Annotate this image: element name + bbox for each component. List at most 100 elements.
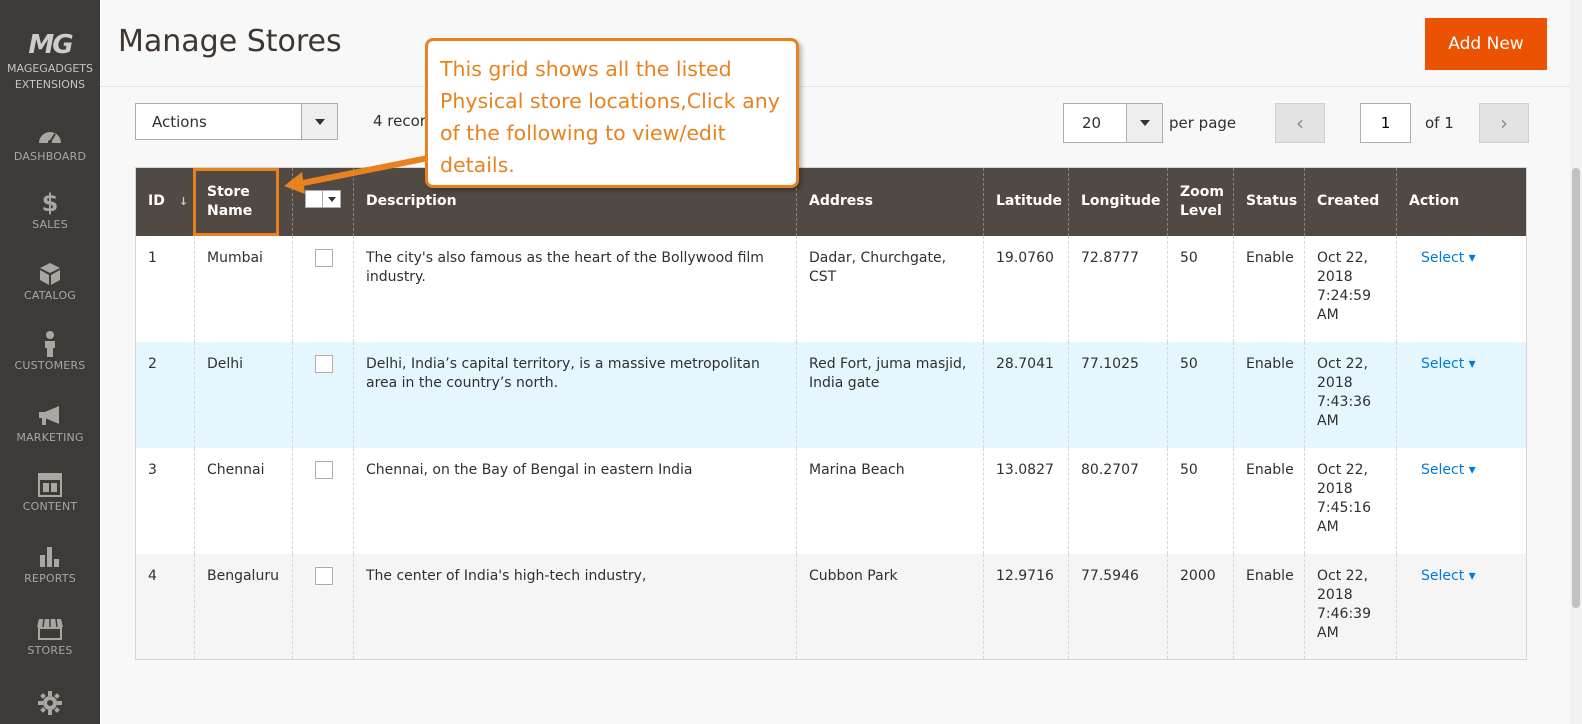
row-checkbox[interactable] <box>315 566 333 585</box>
cell-created: Oct 22, 2018 7:45:16 AM <box>1304 447 1397 554</box>
sidebar-label: CONTENT <box>22 500 78 513</box>
created-part: AM <box>1317 518 1339 535</box>
cell-latitude: 28.7041 <box>983 341 1069 448</box>
cell-action: Select ▾ <box>1396 553 1527 660</box>
cell-address: Dadar, Churchgate, CST <box>796 235 984 342</box>
header-label: Zoom <box>1180 183 1224 200</box>
row-checkbox[interactable] <box>315 248 333 267</box>
chevron-down-icon <box>301 104 337 139</box>
select-label: Select <box>1421 461 1465 478</box>
caret-down-icon: ▾ <box>1468 567 1476 584</box>
created-part: Oct 22, <box>1317 461 1368 478</box>
sidebar-item-system[interactable] <box>0 690 100 716</box>
caret-down-icon: ▾ <box>1468 249 1476 266</box>
cell-checkbox <box>292 341 354 448</box>
column-header-status[interactable]: Status <box>1233 167 1305 236</box>
cell-action: Select ▾ <box>1396 447 1527 554</box>
cell-store-name: Mumbai <box>194 235 293 342</box>
select-label: Select <box>1421 355 1465 372</box>
total-pages: of 1 <box>1425 114 1454 132</box>
created-part: 7:24:59 <box>1317 287 1371 304</box>
table-row[interactable]: 2 Delhi Delhi, India’s capital territory… <box>135 341 1527 448</box>
person-icon <box>0 331 100 357</box>
cell-id: 1 <box>135 235 195 342</box>
table-row[interactable]: 1 Mumbai The city's also famous as the h… <box>135 235 1527 342</box>
row-action-select[interactable]: Select ▾ <box>1421 356 1476 372</box>
chevron-down-icon <box>322 191 340 208</box>
sidebar-item-catalog[interactable]: CATALOG <box>0 261 100 302</box>
cell-latitude: 19.0760 <box>983 235 1069 342</box>
per-page-value: 20 <box>1082 114 1102 132</box>
mass-actions-dropdown[interactable]: Actions <box>135 103 338 140</box>
cell-status: Enable <box>1233 341 1305 448</box>
chevron-right-icon: › <box>1500 111 1508 135</box>
cell-longitude: 77.5946 <box>1068 553 1168 660</box>
row-checkbox[interactable] <box>315 460 333 479</box>
sidebar-item-reports[interactable]: REPORTS <box>0 544 100 585</box>
sidebar-label: CUSTOMERS <box>14 359 86 372</box>
cell-zoom-level: 2000 <box>1167 553 1234 660</box>
cell-address: Cubbon Park <box>796 553 984 660</box>
mass-select-checkbox[interactable] <box>305 190 341 209</box>
cell-longitude: 80.2707 <box>1068 447 1168 554</box>
cell-status: Enable <box>1233 447 1305 554</box>
created-part: 2018 <box>1317 480 1353 497</box>
created-part: 2018 <box>1317 374 1353 391</box>
sidebar-item-marketing[interactable]: MARKETING <box>0 403 100 444</box>
cell-store-name: Bengaluru <box>194 553 293 660</box>
column-header-mass-select[interactable] <box>292 167 354 236</box>
layout-icon <box>0 472 100 498</box>
column-header-action: Action <box>1396 167 1527 236</box>
column-header-latitude[interactable]: Latitude <box>983 167 1069 236</box>
per-page-dropdown[interactable]: 20 <box>1063 103 1163 143</box>
created-part: AM <box>1317 412 1339 429</box>
caret-down-icon: ▾ <box>1468 355 1476 372</box>
cell-description: Delhi, India’s capital territory, is a m… <box>353 341 797 448</box>
column-header-created[interactable]: Created <box>1304 167 1397 236</box>
store-name-highlight <box>193 168 279 236</box>
cell-id: 4 <box>135 553 195 660</box>
cell-created: Oct 22, 2018 7:24:59 AM <box>1304 235 1397 342</box>
created-part: 7:45:16 <box>1317 499 1371 516</box>
cell-id: 2 <box>135 341 195 448</box>
cell-checkbox <box>292 447 354 554</box>
sidebar-label: SALES <box>32 218 68 231</box>
cell-longitude: 72.8777 <box>1068 235 1168 342</box>
page-number-input[interactable] <box>1360 103 1411 143</box>
select-label: Select <box>1421 249 1465 266</box>
row-checkbox[interactable] <box>315 354 333 373</box>
cell-latitude: 13.0827 <box>983 447 1069 554</box>
column-header-id[interactable]: ID ↓ <box>135 167 195 236</box>
dashboard-icon <box>0 122 100 148</box>
sidebar-item-customers[interactable]: CUSTOMERS <box>0 331 100 372</box>
column-header-longitude[interactable]: Longitude <box>1068 167 1168 236</box>
sidebar-item-dashboard[interactable]: DASHBOARD <box>0 122 100 163</box>
cell-status: Enable <box>1233 235 1305 342</box>
row-action-select[interactable]: Select ▾ <box>1421 462 1476 478</box>
sort-arrow-icon: ↓ <box>178 195 189 209</box>
cell-zoom-level: 50 <box>1167 235 1234 342</box>
cell-description: Chennai, on the Bay of Bengal in eastern… <box>353 447 797 554</box>
admin-sidebar: MG MAGEGADGETS EXTENSIONS DASHBOARD $ SA… <box>0 0 100 724</box>
actions-label: Actions <box>152 113 207 131</box>
page-scrollbar-thumb[interactable] <box>1572 168 1580 608</box>
row-action-select[interactable]: Select ▾ <box>1421 568 1476 584</box>
column-header-address[interactable]: Address <box>796 167 984 236</box>
tutorial-callout: This grid shows all the listed Physical … <box>425 38 799 188</box>
cell-description: The center of India's high-tech industry… <box>353 553 797 660</box>
column-header-zoom-level[interactable]: Zoom Level <box>1167 167 1234 236</box>
cell-store-name: Chennai <box>194 447 293 554</box>
table-row[interactable]: 4 Bengaluru The center of India's high-t… <box>135 553 1527 660</box>
add-new-button[interactable]: Add New <box>1425 18 1547 70</box>
cell-checkbox <box>292 553 354 660</box>
next-page-button[interactable]: › <box>1479 103 1529 143</box>
sidebar-item-sales[interactable]: $ SALES <box>0 189 100 231</box>
brand-logo[interactable]: MG MAGEGADGETS EXTENSIONS <box>0 30 100 92</box>
cell-address: Marina Beach <box>796 447 984 554</box>
dollar-icon: $ <box>41 189 59 217</box>
previous-page-button[interactable]: ‹ <box>1275 103 1325 143</box>
sidebar-item-content[interactable]: CONTENT <box>0 472 100 513</box>
table-row[interactable]: 3 Chennai Chennai, on the Bay of Bengal … <box>135 447 1527 554</box>
row-action-select[interactable]: Select ▾ <box>1421 250 1476 266</box>
sidebar-item-stores[interactable]: STORES <box>0 616 100 657</box>
